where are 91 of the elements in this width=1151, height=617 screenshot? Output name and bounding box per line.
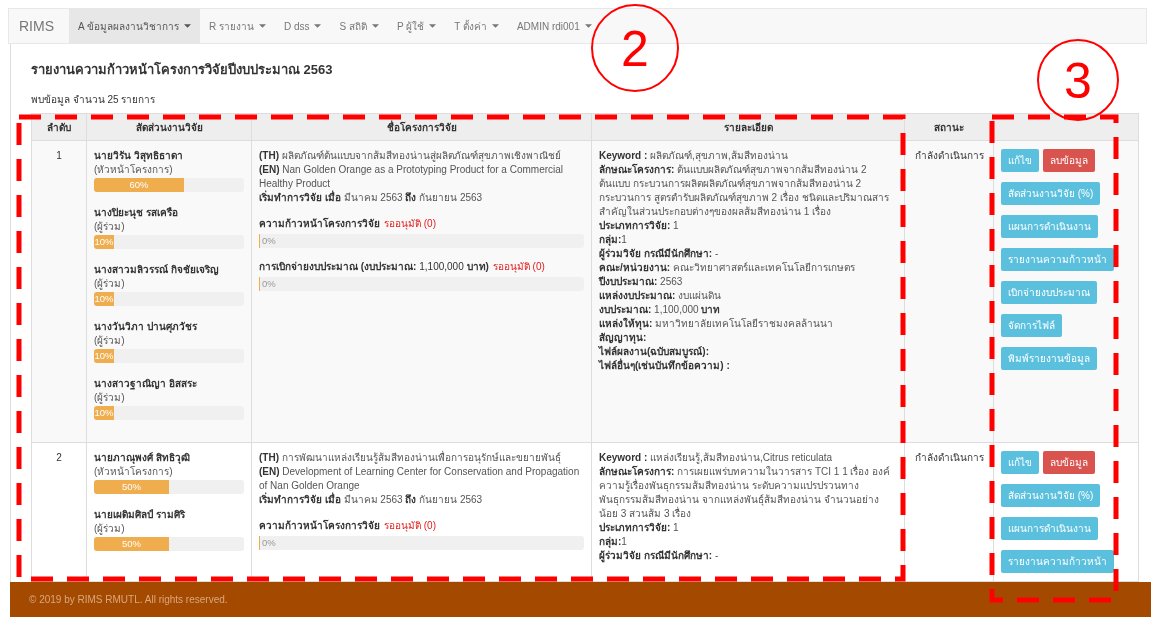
action-button[interactable]: เบิกจ่ายงบประมาณ xyxy=(1001,281,1097,304)
progress-fill: 10% xyxy=(94,235,114,249)
detail-line: ผู้ร่วมวิจัย กรณีมีนักศึกษา: - xyxy=(599,247,720,261)
copyright-text: © 2019 by RIMS RMUTL. All rights reserved. xyxy=(29,594,228,605)
detail-line: สัญญาทุน: xyxy=(599,331,648,345)
progress-label: ความก้าวหน้าโครงการวิจัย xyxy=(259,519,380,533)
detail-line: Keyword : แหล่งเรียนรู้,ส้มสีทองน่าน,Citrus reticulata xyxy=(599,451,834,465)
action-button[interactable]: จัดการไฟล์ xyxy=(1001,314,1062,337)
nav-menu[interactable]: A ข้อมูลผลงานวิชาการ xyxy=(69,9,200,43)
caret-icon xyxy=(314,24,322,28)
action-button[interactable]: สัดส่วนงานวิจัย (%) xyxy=(1001,182,1101,205)
member-role: (หัวหน้าโครงการ) xyxy=(94,465,174,479)
action-button[interactable]: แผนการดำเนินงาน xyxy=(1001,215,1098,238)
detail-line: งบประมาณ: 1,100,000 บาท xyxy=(599,303,722,317)
member-role: (ผู้ร่วม) xyxy=(94,277,126,291)
progress-fill: 50% xyxy=(94,480,169,494)
approval-status: รออนุมัติ (0) xyxy=(492,260,545,274)
detail-line: ปีงบประมาณ: 2563 xyxy=(599,275,684,289)
brand-link[interactable]: RIMS xyxy=(9,9,69,43)
detail-line: ผู้ร่วมวิจัย กรณีมีนักศึกษา: - xyxy=(599,549,720,563)
nav-menu[interactable]: T ตั้งค่า xyxy=(445,9,508,43)
action-button[interactable]: รายงานความก้าวหน้า xyxy=(1001,550,1114,573)
caret-icon xyxy=(371,24,379,28)
progress-fill: 60% xyxy=(94,178,184,192)
row-number: 1 xyxy=(56,150,62,161)
progress-fill: 10% xyxy=(94,406,114,420)
detail-line: กลุ่ม:1 xyxy=(599,535,628,549)
member-role: (ผู้ร่วม) xyxy=(94,220,126,234)
status-text: กำลังดำเนินการ xyxy=(914,452,984,463)
member-role: (ผู้ร่วม) xyxy=(94,522,126,536)
detail-line: ลักษณะโครงการ: การเผยแพร่บทความในวารสาร TCI 1 1 เรื่อง องค์ความรู้เรื่องพันธุกรรมส้มสีทองน่าน ระดับความแปรปรวนทางพันธุกรรมส้มสีทองน่าน จากแหล่งพันธุ์ส้มสีทองน่าน จำนวนอย่างน้อย 3 สวนส้ม 3 เรื่อง xyxy=(599,465,892,521)
approval-status: รออนุมัติ (0) xyxy=(384,217,436,231)
progress-label: ความก้าวหน้าโครงการวิจัย xyxy=(259,217,380,231)
action-button[interactable]: แก้ไข xyxy=(1001,149,1039,172)
caret-icon xyxy=(183,24,191,28)
project-title-en: (EN) Development of Learning Center for Conservation and Propagation of Nan Golden Orange xyxy=(259,465,581,493)
action-button[interactable]: ลบข้อมูล xyxy=(1043,451,1095,474)
status-text: กำลังดำเนินการ xyxy=(914,150,984,161)
callout-number: 2 xyxy=(591,4,679,92)
nav-menu[interactable]: R รายงาน xyxy=(199,9,275,43)
detail-line: คณะ/หน่วยงาน: คณะวิทยาศาสตร์และเทคโนโลยีการเกษตร xyxy=(599,261,856,275)
page-title: รายงานความก้าวหน้าโครงการวิจัยปีงบประมาณ 2563 xyxy=(31,61,333,79)
detail-line: Keyword : ผลิตภัณฑ์,สุขภาพ,ส้มสีทองน่าน xyxy=(599,149,789,163)
member-name: นายภาณุพงศ์ สิทธิวุฒิ xyxy=(94,451,191,465)
action-button[interactable]: แผนการดำเนินงาน xyxy=(1001,517,1098,540)
detail-line: ไฟล์อื่นๆ(เช่นบันทึกข้อความ) : xyxy=(599,359,897,373)
project-period: เริ่มทำการวิจัย เมื่อ มีนาคม 2563 ถึง กันยายน 2563 xyxy=(259,191,484,205)
detail-line: ลักษณะโครงการ: ต้นแบบผลิตภัณฑ์สุขภาพจากส้มสีทองน่าน 2 ต้นแบบ กระบวนการผลิตผลิตภัณฑ์สุขภาพจากส้มสีทองน่าน 2 กระบวนการ สูตรตำรับผลิตภัณฑ์สุขภาพ 2 เรื่อง ชนิดและปริมาณสารสำคัญในส่วนประกอบต่างๆของผลส้มสีทองน่าน 1 เรื่อง xyxy=(599,163,890,219)
detail-line: ประเภทการวิจัย: 1 xyxy=(599,521,680,535)
action-button[interactable]: สัดส่วนงานวิจัย (%) xyxy=(1001,484,1101,507)
row-number: 2 xyxy=(56,452,62,463)
member-name: นายเผดิมศิลป์ รามศิริ xyxy=(94,508,186,522)
detail-line: กลุ่ม:1 xyxy=(599,233,628,247)
nav-menu[interactable]: P ผู้ใช้ xyxy=(387,9,446,43)
caret-icon xyxy=(258,24,266,28)
approval-status: รออนุมัติ (0) xyxy=(384,519,436,533)
progress-fill: 10% xyxy=(94,349,114,363)
progress-reading: 0% xyxy=(262,234,276,248)
project-title-en: (EN) Nan Golden Orange as a Prototyping Product for a Commercial Healthy Product xyxy=(259,163,565,191)
budget-label: การเบิกจ่ายงบประมาณ (งบประมาณ: 1,100,000 บาท) xyxy=(259,260,489,274)
caret-icon xyxy=(491,24,499,28)
progress-fill: 50% xyxy=(94,537,169,551)
nav-menu[interactable]: S สถิติ xyxy=(330,9,388,43)
member-role: (หัวหน้าโครงการ) xyxy=(94,163,174,177)
column-header: สถานะ xyxy=(904,113,994,141)
action-button[interactable]: รายงานความก้าวหน้า xyxy=(1001,248,1114,271)
member-name: นางปิยะนุช รสเครือ xyxy=(94,206,179,220)
action-button[interactable]: พิมพ์รายงานข้อมูล xyxy=(1001,347,1097,370)
callout-number: 3 xyxy=(1037,39,1119,121)
detail-line: ประเภทการวิจัย: 1 xyxy=(599,219,680,233)
progress-reading: 0% xyxy=(262,277,276,291)
action-button[interactable]: แก้ไข xyxy=(1001,451,1039,474)
caret-icon xyxy=(429,24,437,28)
progress-fill: 10% xyxy=(94,292,114,306)
project-title-th: (TH) ผลิตภัณฑ์ต้นแบบจากส้มสีทองน่านสู่ผลิตภัณฑ์สุขภาพเชิงพาณิชย์ xyxy=(259,149,562,163)
member-name: นายวิรัน วิสุทธิธาดา xyxy=(94,149,184,163)
project-title-th: (TH) การพัฒนาแหล่งเรียนรู้ส้มสีทองน่านเพื่อการอนุรักษ์และขยายพันธุ์ xyxy=(259,451,562,465)
member-name: นางสาวฐาณิญา อิสสระ xyxy=(94,377,198,391)
result-count: พบข้อมูล จำนวน 25 รายการ xyxy=(31,93,157,107)
member-role: (ผู้ร่วม) xyxy=(94,391,126,405)
detail-line: แหล่งงบประมาณ: งบแผ่นดิน xyxy=(599,289,723,303)
member-name: นางวันวิภา ปานศุภวัชร xyxy=(94,320,198,334)
detail-line: ไฟล์ผลงาน(ฉบับสมบูรณ์): xyxy=(599,345,709,359)
member-role: (ผู้ร่วม) xyxy=(94,334,126,348)
caret-icon xyxy=(584,24,592,28)
nav-menu[interactable]: D dss xyxy=(274,9,331,43)
progress-reading: 0% xyxy=(262,536,276,550)
action-button[interactable]: ลบข้อมูล xyxy=(1043,149,1095,172)
member-name: นางสาวมลิวรรณ์ กิจชัยเจริญ xyxy=(94,263,220,277)
project-period: เริ่มทำการวิจัย เมื่อ มีนาคม 2563 ถึง กันยายน 2563 xyxy=(259,493,484,507)
detail-line: แหล่งให้ทุน: มหาวิทยาลัยเทคโนโลยีราชมงคลล้านนา xyxy=(599,317,835,331)
